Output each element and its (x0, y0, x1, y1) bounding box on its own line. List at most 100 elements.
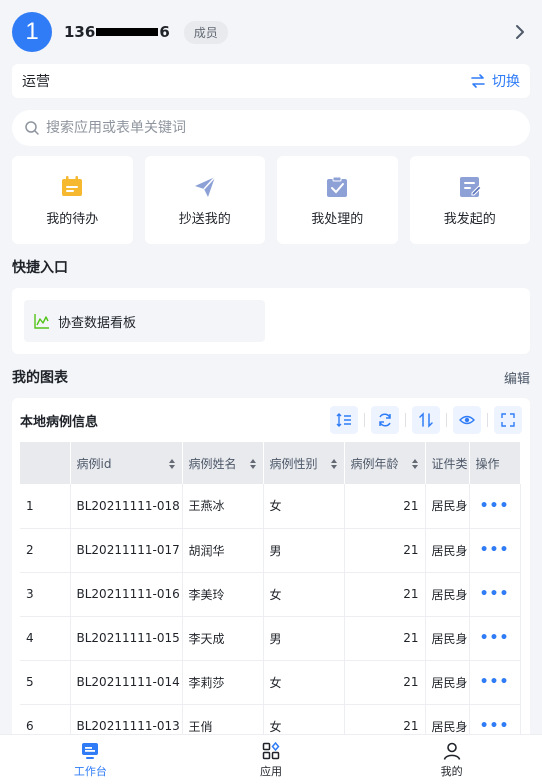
table-row: 4 BL20211111-015 李天成 男 21 居民身 ••• (20, 616, 521, 661)
row-height-button[interactable] (330, 406, 358, 434)
more-actions-button[interactable]: ••• (469, 616, 521, 661)
header-label: 病例姓名 (188, 456, 237, 471)
section-heading: 我的图表 (12, 370, 68, 386)
tab-workbench[interactable]: 工作台 (0, 735, 181, 784)
cell-name: 李美玲 (182, 572, 264, 617)
edit-document-icon (459, 176, 482, 197)
chart-toolbar (330, 406, 522, 434)
more-actions-button[interactable]: ••• (469, 572, 521, 617)
quick-entry-panel: 协查数据看板 (12, 288, 530, 354)
cell-gender: 女 (263, 484, 345, 529)
search-input[interactable] (46, 120, 518, 136)
table-header-row: 病例id 病例姓名 病例性别 病例年龄 证件类 操作 (20, 442, 521, 484)
card-cc-me[interactable]: 抄送我的 (144, 156, 265, 244)
card-label: 抄送我的 (178, 211, 231, 227)
cell-name: 李莉莎 (182, 660, 264, 705)
more-actions-button[interactable]: ••• (469, 484, 521, 529)
row-height-icon (336, 413, 351, 427)
search-bar[interactable] (12, 110, 530, 146)
header-index (20, 442, 71, 484)
cell-doc-type: 居民身 (425, 616, 470, 661)
cell-gender: 女 (263, 660, 345, 705)
header-label: 病例id (76, 456, 112, 471)
card-handled[interactable]: 我处理的 (277, 156, 398, 244)
header-label: 病例年龄 (350, 456, 399, 471)
checked-box-icon (327, 176, 348, 197)
fullscreen-icon (501, 413, 515, 427)
table-row: 1 BL20211111-018 王燕冰 女 21 居民身 ••• (20, 484, 521, 529)
sort-icon (168, 459, 175, 469)
sort-icon (330, 459, 337, 469)
table-row: 3 BL20211111-016 李美玲 女 21 居民身 ••• (20, 572, 521, 617)
toolbar-divider (364, 413, 365, 427)
refresh-button[interactable] (371, 406, 399, 434)
tab-apps[interactable]: 应用 (181, 735, 362, 784)
cell-case-id: BL20211111-015 (70, 616, 183, 661)
switch-org-button[interactable]: 切换 (470, 71, 520, 91)
header-actions: 操作 (469, 442, 521, 484)
phone-mask (96, 28, 159, 36)
eye-icon (459, 415, 475, 425)
chart-name: 本地病例信息 (20, 414, 99, 430)
line-chart-icon (34, 314, 49, 329)
cell-index: 1 (20, 484, 71, 529)
chevron-right-icon[interactable] (510, 22, 530, 42)
refresh-icon (379, 413, 391, 427)
workbench-icon (82, 742, 99, 759)
toolbar-divider (487, 413, 488, 427)
phone-prefix: 136 (64, 23, 96, 41)
quick-item-dashboard[interactable]: 协查数据看板 (24, 300, 265, 342)
sort-icon (249, 459, 256, 469)
org-bar: 运营 切换 (12, 64, 530, 98)
cell-doc-type: 居民身 (425, 660, 470, 705)
cell-case-id: BL20211111-018 (70, 484, 183, 529)
more-actions-button[interactable]: ••• (469, 528, 521, 573)
cell-index: 3 (20, 572, 71, 617)
sort-icon (411, 459, 418, 469)
bottom-tab-bar: 工作台 应用 我的 (0, 734, 542, 784)
table-row: 2 BL20211111-017 胡润华 男 21 居民身 ••• (20, 528, 521, 573)
fullscreen-button[interactable] (494, 406, 522, 434)
cell-age: 21 (344, 484, 426, 529)
cell-case-id: BL20211111-014 (70, 660, 183, 705)
table-row: 5 BL20211111-014 李莉莎 女 21 居民身 ••• (20, 660, 521, 705)
cell-gender: 男 (263, 528, 345, 573)
card-label: 我处理的 (311, 211, 364, 227)
chart-card: 本地病例信息 病例id 病例姓名 病例性别 病例年龄 证件类 操作 1 BL20… (12, 398, 530, 758)
phone-suffix: 6 (159, 23, 170, 41)
role-badge: 成员 (183, 20, 228, 44)
cell-index: 2 (20, 528, 71, 573)
header-case-gender[interactable]: 病例性别 (263, 442, 345, 484)
cell-name: 王燕冰 (182, 484, 264, 529)
header-case-name[interactable]: 病例姓名 (182, 442, 264, 484)
user-header[interactable]: 1 136 6 成员 (0, 0, 542, 64)
tab-mine[interactable]: 我的 (361, 735, 542, 784)
header-doc-type[interactable]: 证件类 (425, 442, 470, 484)
cell-name: 李天成 (182, 616, 264, 661)
card-my-todo[interactable]: 我的待办 (12, 156, 133, 244)
switch-icon (471, 74, 485, 88)
task-cards: 我的待办 抄送我的 我处理的 我发起的 (12, 156, 530, 244)
org-name: 运营 (22, 74, 50, 90)
card-label: 我发起的 (443, 211, 496, 227)
user-icon (443, 742, 460, 760)
card-initiated[interactable]: 我发起的 (409, 156, 530, 244)
view-button[interactable] (453, 406, 481, 434)
cell-age: 21 (344, 572, 426, 617)
cell-doc-type: 居民身 (425, 528, 470, 573)
more-actions-button[interactable]: ••• (469, 660, 521, 705)
cell-age: 21 (344, 660, 426, 705)
toolbar-divider (446, 413, 447, 427)
cell-index: 5 (20, 660, 71, 705)
header-case-age[interactable]: 病例年龄 (344, 442, 426, 484)
avatar: 1 (12, 12, 52, 52)
edit-button[interactable]: 编辑 (504, 368, 530, 387)
cell-doc-type: 居民身 (425, 572, 470, 617)
tab-label: 应用 (260, 764, 282, 778)
case-table: 病例id 病例姓名 病例性别 病例年龄 证件类 操作 1 BL20211111-… (20, 442, 521, 749)
cell-age: 21 (344, 616, 426, 661)
cell-case-id: BL20211111-016 (70, 572, 183, 617)
sort-button[interactable] (412, 406, 440, 434)
chart-header: 本地病例信息 (20, 406, 522, 434)
header-case-id[interactable]: 病例id (70, 442, 183, 484)
